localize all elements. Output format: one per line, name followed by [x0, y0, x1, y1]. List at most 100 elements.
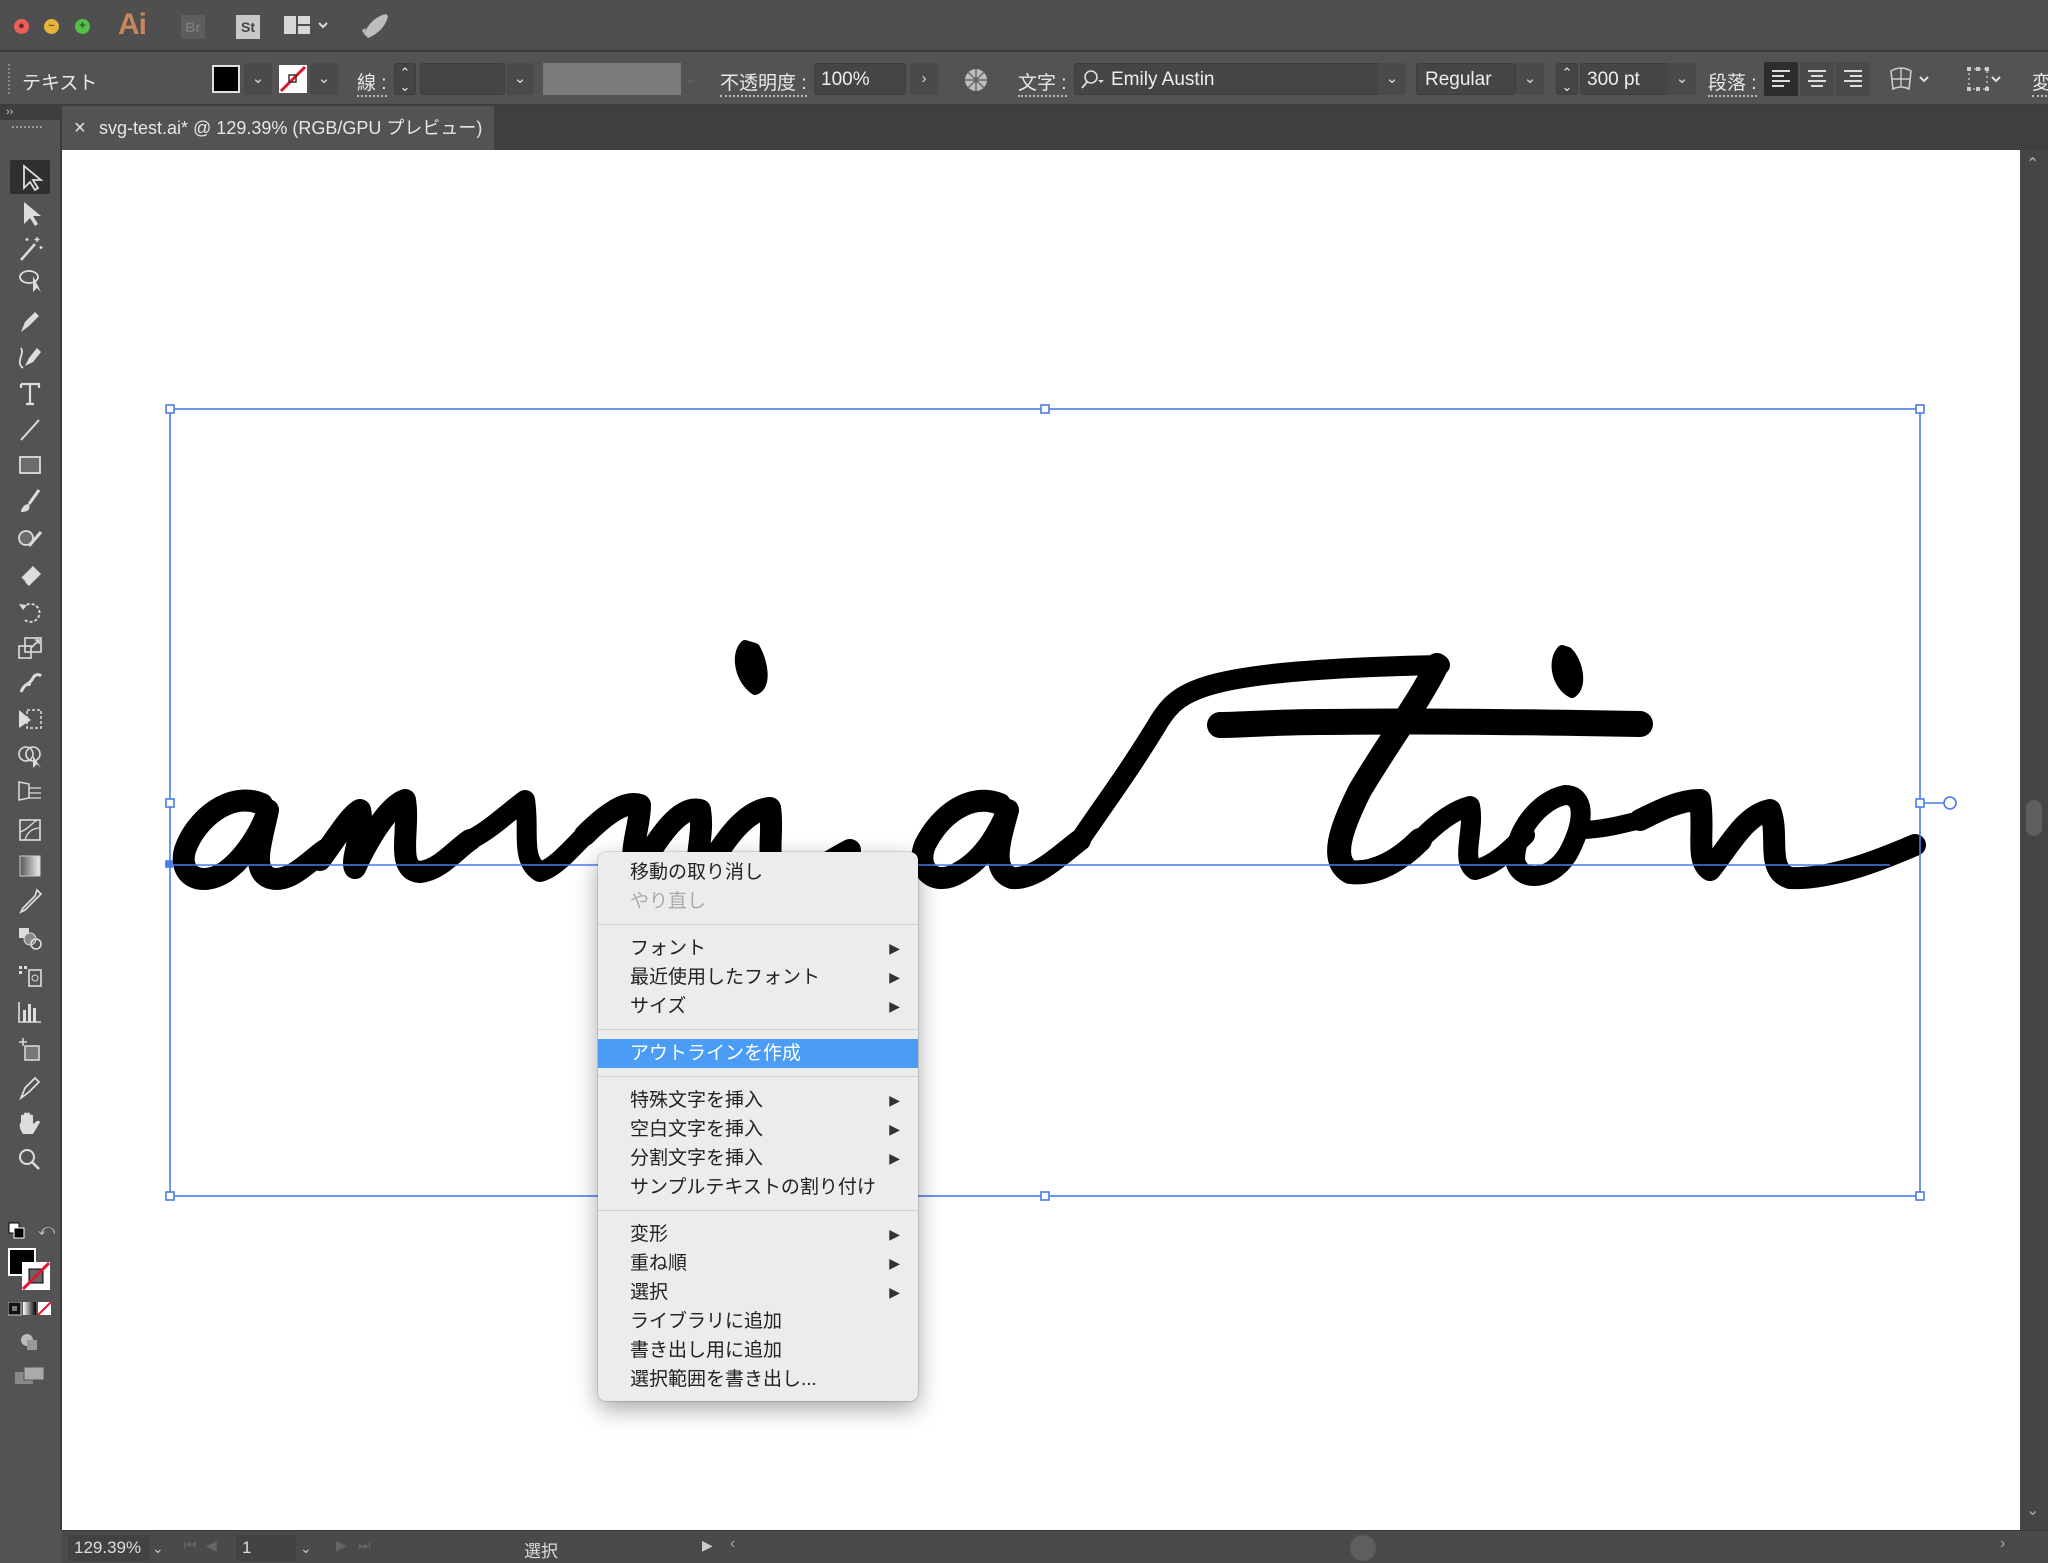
opacity-expand-chevron-icon[interactable]: › [910, 63, 938, 95]
scroll-down-icon[interactable]: ⌄ [2026, 1500, 2039, 1520]
character-label[interactable]: 文字 : [1018, 68, 1067, 97]
stock-button[interactable]: St [236, 15, 260, 39]
horizontal-scroll-thumb[interactable] [1350, 1535, 1376, 1561]
line-segment-tool[interactable] [10, 412, 50, 446]
fill-dropdown-chevron-icon[interactable]: ⌄ [244, 63, 272, 95]
menu-item[interactable]: サイズ ▶ [598, 992, 918, 1021]
perspective-grid-tool[interactable] [10, 774, 50, 808]
hand-tool[interactable] [10, 1106, 50, 1140]
slice-tool[interactable] [10, 1070, 50, 1104]
swap-fill-stroke-icon[interactable]: ⤺ [38, 1222, 55, 1240]
collapse-panel-icon[interactable]: ›› [0, 106, 62, 120]
transform-label[interactable]: 変 [2032, 68, 2048, 97]
minimize-window-button[interactable]: − [44, 19, 59, 34]
scroll-up-icon[interactable]: ⌃ [2026, 154, 2039, 174]
status-menu-arrow-icon[interactable]: ▶ [702, 1537, 713, 1554]
stroke-weight-input[interactable] [420, 63, 505, 95]
stroke-weight-dropdown-chevron-icon[interactable]: ⌄ [506, 63, 534, 95]
mesh-tool[interactable] [10, 812, 50, 846]
artboard-number-field[interactable]: 1 [236, 1535, 296, 1561]
font-size-dropdown-chevron-icon[interactable]: ⌄ [1668, 63, 1696, 95]
paintbrush-tool[interactable] [10, 484, 50, 518]
gradient-tool[interactable] [10, 848, 50, 882]
opacity-input[interactable]: 100% [814, 63, 906, 95]
zoom-tool[interactable] [10, 1142, 50, 1176]
shaper-tool[interactable] [10, 520, 50, 554]
opacity-label[interactable]: 不透明度 : [720, 68, 807, 97]
menu-item[interactable]: 移動の取り消し [598, 858, 918, 887]
menu-item[interactable]: 特殊文字を挿入 ▶ [598, 1086, 918, 1115]
magic-wand-tool[interactable] [10, 232, 50, 266]
eyedropper-tool[interactable] [10, 884, 50, 918]
menu-item[interactable]: ライブラリに追加 [598, 1307, 918, 1336]
menu-item[interactable]: 選択範囲を書き出し... [598, 1365, 918, 1394]
type-tool[interactable] [10, 376, 50, 410]
font-style-select[interactable]: Regular [1416, 63, 1516, 95]
envelope-warp-icon[interactable] [1888, 65, 1934, 98]
rectangle-tool[interactable] [10, 448, 50, 482]
selection-tool[interactable] [10, 160, 50, 194]
direct-selection-tool[interactable] [10, 196, 50, 230]
stroke-weight-stepper[interactable]: ⌃ ⌄ [394, 63, 416, 95]
current-tool-status[interactable]: 選択 [524, 1537, 558, 1562]
menu-item[interactable]: 空白文字を挿入 ▶ [598, 1115, 918, 1144]
font-family-dropdown-chevron-icon[interactable]: ⌄ [1378, 63, 1406, 95]
stroke-dropdown-chevron-icon[interactable]: ⌄ [310, 63, 338, 95]
lasso-tool[interactable] [10, 264, 50, 298]
menu-item[interactable]: 分割文字を挿入 ▶ [598, 1144, 918, 1173]
align-right-button[interactable] [1836, 62, 1870, 96]
vertical-scroll-thumb[interactable] [2026, 800, 2042, 836]
menu-item[interactable]: 最近使用したフォント ▶ [598, 963, 918, 992]
zoom-level-field[interactable]: 129.39% [68, 1535, 150, 1561]
free-transform-tool[interactable] [10, 702, 50, 736]
font-size-input[interactable]: 300 pt [1580, 63, 1670, 95]
bridge-button[interactable]: Br [181, 15, 205, 39]
variable-width-profile[interactable] [543, 63, 681, 95]
font-size-stepper[interactable]: ⌃ ⌄ [1556, 63, 1578, 95]
toolbar-grip[interactable] [12, 126, 42, 130]
artboard-tool[interactable] [10, 1032, 50, 1066]
artboard-dropdown-chevron-icon[interactable]: ⌄ [300, 1535, 312, 1561]
font-style-dropdown-chevron-icon[interactable]: ⌄ [1516, 63, 1544, 95]
brush-dropdown-chevron-icon[interactable]: ⌄ [684, 63, 704, 95]
font-family-input[interactable]: Emily Austin [1074, 63, 1406, 95]
last-artboard-icon[interactable]: ⏭ [358, 1537, 371, 1554]
previous-artboard-icon[interactable]: ◀ [206, 1537, 217, 1554]
menu-item[interactable]: やり直し [598, 887, 918, 916]
eraser-tool[interactable] [10, 556, 50, 590]
drawing-mode-icon[interactable] [18, 1332, 42, 1357]
close-tab-icon[interactable]: × [74, 106, 86, 150]
scroll-right-icon[interactable]: › [2000, 1535, 2005, 1553]
menu-item[interactable]: 変形 ▶ [598, 1220, 918, 1249]
curvature-tool[interactable] [10, 340, 50, 374]
zoom-window-button[interactable]: + [75, 19, 90, 34]
next-artboard-icon[interactable]: ▶ [336, 1537, 347, 1554]
menu-item[interactable]: 選択 ▶ [598, 1278, 918, 1307]
symbol-sprayer-tool[interactable] [10, 958, 50, 992]
scale-tool[interactable] [10, 630, 50, 664]
close-window-button[interactable]: ● [14, 19, 29, 34]
scroll-left-icon[interactable]: ‹ [730, 1535, 735, 1553]
blend-tool[interactable] [10, 920, 50, 954]
pen-tool[interactable] [10, 304, 50, 338]
menu-item[interactable]: 書き出し用に追加 [598, 1336, 918, 1365]
stroke-color-box[interactable] [21, 1261, 51, 1291]
menu-item[interactable]: サンプルテキストの割り付け [598, 1173, 918, 1202]
paragraph-label[interactable]: 段落 : [1708, 68, 1757, 97]
recolor-artwork-icon[interactable] [963, 67, 989, 98]
menu-item[interactable]: 重ね順 ▶ [598, 1249, 918, 1278]
control-bar-grip[interactable] [8, 64, 11, 94]
transform-bounds-icon[interactable] [1966, 66, 2006, 97]
rotate-tool[interactable] [10, 594, 50, 628]
color-mode-buttons[interactable] [7, 1301, 52, 1321]
zoom-dropdown-chevron-icon[interactable]: ⌄ [152, 1535, 172, 1561]
fill-color-swatch[interactable] [212, 65, 240, 93]
workspace-layout-icon[interactable] [284, 15, 332, 42]
default-fill-stroke-icon[interactable] [8, 1222, 26, 1245]
column-graph-tool[interactable] [10, 994, 50, 1028]
vertical-scrollbar[interactable]: ⌃ ⌄ [2020, 150, 2048, 1530]
document-tab[interactable]: × svg-test.ai* @ 129.39% (RGB/GPU プレビュー) [62, 106, 494, 150]
stroke-color-swatch[interactable] [279, 65, 307, 93]
menu-item[interactable]: フォント ▶ [598, 934, 918, 963]
screen-mode-icon[interactable] [14, 1366, 46, 1391]
